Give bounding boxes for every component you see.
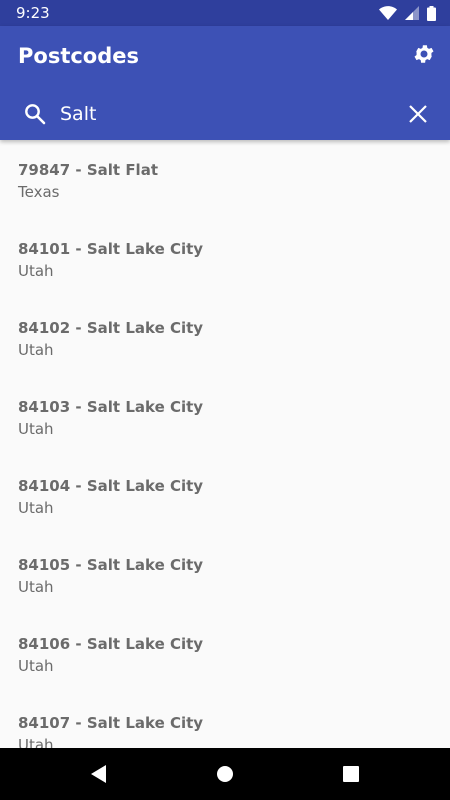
item-subtitle: Utah [18, 736, 54, 748]
search-icon [25, 104, 46, 125]
list-item[interactable]: 84102 - Salt Lake City Utah [0, 298, 450, 377]
search-bar [0, 88, 450, 140]
list-item[interactable]: 84106 - Salt Lake City Utah [0, 614, 450, 693]
cell-signal-icon [405, 6, 419, 20]
list-item[interactable]: 84107 - Salt Lake City Utah [0, 693, 450, 748]
wifi-icon [379, 6, 397, 20]
list-item[interactable]: 84103 - Salt Lake City Utah [0, 377, 450, 456]
close-icon[interactable] [406, 102, 430, 126]
list-item[interactable]: 84101 - Salt Lake City Utah [0, 219, 450, 298]
item-title: 84103 - Salt Lake City [18, 398, 204, 416]
results-list: 79847 - Salt Flat Texas 84101 - Salt Lak… [0, 140, 450, 748]
list-item[interactable]: 84105 - Salt Lake City Utah [0, 535, 450, 614]
item-subtitle: Texas [18, 183, 60, 201]
item-subtitle: Utah [18, 578, 54, 596]
app-bar: Postcodes [0, 26, 450, 140]
battery-icon [427, 5, 436, 21]
navigation-bar [0, 748, 450, 800]
item-title: 84101 - Salt Lake City [18, 240, 204, 258]
item-subtitle: Utah [18, 420, 54, 438]
list-item[interactable]: 84104 - Salt Lake City Utah [0, 456, 450, 535]
recents-icon[interactable] [341, 764, 361, 784]
item-subtitle: Utah [18, 341, 54, 359]
status-icons [379, 5, 436, 21]
item-title: 84106 - Salt Lake City [18, 635, 204, 653]
search-input[interactable] [60, 98, 390, 130]
status-bar: 9:23 [0, 0, 450, 26]
home-icon[interactable] [215, 764, 235, 784]
item-title: 79847 - Salt Flat [18, 161, 158, 179]
list-item[interactable]: 79847 - Salt Flat Texas [0, 140, 450, 219]
item-subtitle: Utah [18, 657, 54, 675]
item-subtitle: Utah [18, 499, 54, 517]
item-title: 84105 - Salt Lake City [18, 556, 204, 574]
item-title: 84104 - Salt Lake City [18, 477, 204, 495]
status-time: 9:23 [16, 4, 50, 22]
item-title: 84107 - Salt Lake City [18, 714, 204, 732]
page-title: Postcodes [18, 44, 140, 68]
back-icon[interactable] [89, 764, 109, 784]
item-title: 84102 - Salt Lake City [18, 319, 204, 337]
gear-icon[interactable] [412, 42, 436, 66]
item-subtitle: Utah [18, 262, 54, 280]
